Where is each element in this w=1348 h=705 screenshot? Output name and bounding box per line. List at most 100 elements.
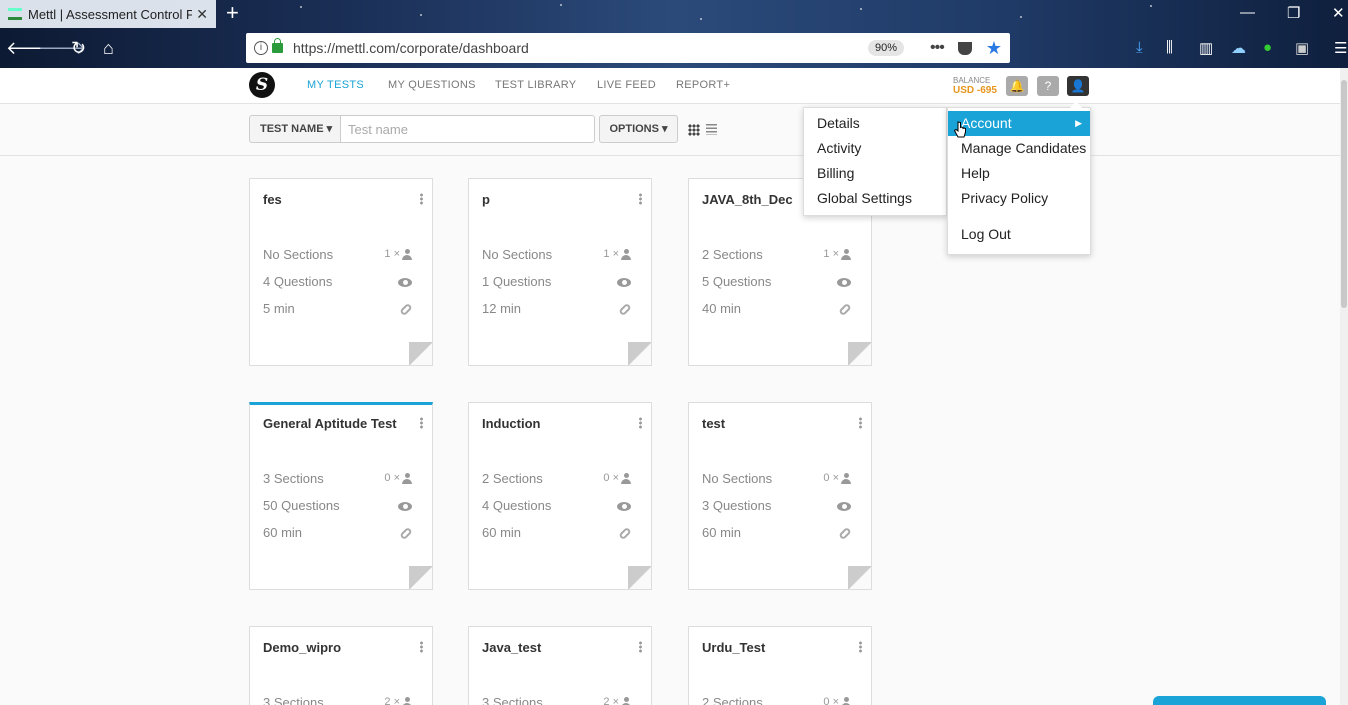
preview-eye-icon[interactable]: [398, 277, 412, 287]
kebab-menu-icon[interactable]: [639, 193, 642, 205]
test-card[interactable]: Induction 2 Sections 0 × 4 Questions 60 …: [468, 402, 652, 590]
preview-eye-icon[interactable]: [617, 501, 631, 511]
test-card[interactable]: General Aptitude Test 3 Sections 0 × 50 …: [249, 402, 433, 590]
card-title[interactable]: General Aptitude Test: [263, 416, 397, 431]
options-dropdown-label: OPTIONS: [609, 123, 659, 135]
link-icon[interactable]: [399, 302, 413, 316]
test-card[interactable]: fes No Sections 1 × 4 Questions 5 min: [249, 178, 433, 366]
new-tab-icon[interactable]: +: [226, 2, 239, 24]
info-icon[interactable]: i: [254, 41, 268, 55]
more-icon[interactable]: •••: [930, 39, 945, 57]
account-user-icon[interactable]: 👤: [1067, 76, 1089, 96]
kebab-menu-icon[interactable]: [639, 641, 642, 653]
card-title[interactable]: Induction: [482, 416, 541, 431]
card-title[interactable]: p: [482, 192, 490, 207]
menu-item-log-out[interactable]: Log Out: [948, 222, 1090, 247]
submenu-item-billing[interactable]: Billing: [804, 161, 946, 186]
test-card[interactable]: Java_test 3 Sections 2 ×: [468, 626, 652, 705]
download-icon[interactable]: ⤓: [1136, 39, 1143, 56]
nav-my-tests[interactable]: MY TESTS: [307, 79, 364, 91]
grid-view-icon[interactable]: [688, 124, 700, 136]
tab-title: Mettl | Assessment Control Pan: [28, 6, 193, 22]
nav-test-library[interactable]: TEST LIBRARY: [495, 79, 576, 91]
card-title[interactable]: fes: [263, 192, 282, 207]
candidate-icon: [621, 696, 631, 705]
preview-eye-icon[interactable]: [398, 501, 412, 511]
pocket-icon[interactable]: [957, 41, 972, 55]
nav-live-feed[interactable]: LIVE FEED: [597, 79, 656, 91]
kebab-menu-icon[interactable]: [859, 417, 862, 429]
menu-item-privacy-policy[interactable]: Privacy Policy: [948, 186, 1090, 211]
submenu-item-details[interactable]: Details: [804, 111, 946, 136]
kebab-menu-icon[interactable]: [420, 417, 423, 429]
cloud-icon[interactable]: ☁: [1231, 39, 1246, 57]
extension-icon[interactable]: ▣: [1295, 39, 1309, 57]
scrollbar-thumb[interactable]: [1341, 80, 1347, 308]
notification-bell-icon[interactable]: 🔔: [1006, 76, 1028, 96]
link-icon[interactable]: [618, 302, 632, 316]
preview-eye-icon[interactable]: [617, 277, 631, 287]
nav-my-questions[interactable]: MY QUESTIONS: [388, 79, 476, 91]
menu-item-account[interactable]: Account ▶: [948, 111, 1090, 136]
link-icon[interactable]: [618, 526, 632, 540]
card-title[interactable]: Demo_wipro: [263, 640, 341, 655]
test-card[interactable]: Urdu_Test 2 Sections 0 ×: [688, 626, 872, 705]
preview-eye-icon[interactable]: [837, 277, 851, 287]
kebab-menu-icon[interactable]: [639, 417, 642, 429]
link-icon[interactable]: [838, 526, 852, 540]
grammarly-icon[interactable]: ●: [1263, 39, 1272, 56]
restore-icon[interactable]: ❐: [1287, 4, 1300, 22]
test-card[interactable]: p No Sections 1 × 1 Questions 12 min: [468, 178, 652, 366]
menu-item-help[interactable]: Help: [948, 161, 1090, 186]
nav-report-plus[interactable]: REPORT+: [676, 79, 730, 91]
balance-display: BALANCE USD -695: [953, 76, 997, 96]
card-questions: 5 Questions: [702, 274, 772, 289]
submenu-item-global-settings[interactable]: Global Settings: [804, 186, 946, 211]
test-card[interactable]: Demo_wipro 3 Sections 2 ×: [249, 626, 433, 705]
test-card[interactable]: test No Sections 0 × 3 Questions 60 min: [688, 402, 872, 590]
card-title[interactable]: Urdu_Test: [702, 640, 765, 655]
help-icon[interactable]: ?: [1037, 76, 1059, 96]
card-candidates: 1 ×: [603, 248, 619, 260]
kebab-menu-icon[interactable]: [420, 193, 423, 205]
card-title[interactable]: test: [702, 416, 725, 431]
page-fold-corner: [628, 342, 651, 365]
link-icon[interactable]: [838, 302, 852, 316]
hamburger-menu-icon[interactable]: ☰: [1334, 39, 1347, 57]
close-tab-icon[interactable]: ✕: [196, 6, 208, 23]
menu-item-manage-candidates[interactable]: Manage Candidates: [948, 136, 1090, 161]
page-scrollbar[interactable]: [1340, 68, 1348, 705]
reload-icon[interactable]: ↻: [71, 36, 86, 60]
options-dropdown[interactable]: OPTIONS ▾: [599, 115, 678, 143]
list-view-icon[interactable]: [706, 124, 717, 135]
link-icon[interactable]: [399, 526, 413, 540]
candidate-icon: [402, 472, 412, 484]
card-duration: 5 min: [263, 301, 295, 316]
preview-eye-icon[interactable]: [837, 501, 851, 511]
card-candidates: 2 ×: [603, 696, 619, 705]
sidebar-icon[interactable]: ▥: [1199, 39, 1213, 57]
card-questions: 4 Questions: [482, 498, 552, 513]
submenu-item-activity[interactable]: Activity: [804, 136, 946, 161]
mettl-logo-icon[interactable]: S: [249, 72, 275, 98]
card-title[interactable]: Java_test: [482, 640, 541, 655]
minimize-icon[interactable]: —: [1240, 4, 1255, 21]
home-icon[interactable]: ⌂: [103, 36, 114, 60]
card-title[interactable]: JAVA_8th_Dec: [702, 192, 793, 207]
lock-icon: [272, 38, 283, 53]
account-submenu: Details Activity Billing Global Settings: [803, 107, 947, 216]
chat-widget-tab[interactable]: [1153, 696, 1326, 705]
library-icon[interactable]: ⫼: [1166, 39, 1173, 56]
kebab-menu-icon[interactable]: [420, 641, 423, 653]
kebab-menu-icon[interactable]: [859, 641, 862, 653]
test-name-dropdown[interactable]: TEST NAME ▾: [249, 115, 341, 143]
browser-tab[interactable]: Mettl | Assessment Control Pan ✕: [0, 0, 216, 28]
zoom-badge[interactable]: 90%: [868, 40, 905, 56]
search-input[interactable]: [340, 115, 595, 143]
card-candidates: 2 ×: [384, 696, 400, 705]
bookmark-star-icon[interactable]: ★: [986, 38, 1002, 59]
url-bar[interactable]: i https://mettl.com/corporate/dashboard …: [246, 33, 1010, 63]
url-text[interactable]: https://mettl.com/corporate/dashboard: [293, 40, 868, 56]
close-window-icon[interactable]: ✕: [1332, 4, 1345, 22]
balance-label: BALANCE: [953, 76, 991, 85]
